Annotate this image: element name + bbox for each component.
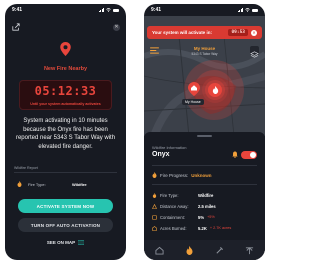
fire-name: Onyx: [152, 151, 170, 158]
activation-banner: Your system will activate in: 09:53 ✕: [147, 26, 262, 39]
stat-delta: +5%: [207, 215, 215, 219]
map-screen: 9:41 Your system will activate in: 09:53…: [144, 4, 265, 260]
house-map-label: My House: [182, 99, 204, 105]
house-header: My House 5343 S Tabor Way: [144, 46, 265, 56]
acres-icon: [152, 225, 157, 231]
report-row-value: Wildfire: [72, 181, 87, 187]
countdown-timer: 05:12:33: [34, 84, 97, 98]
close-icon[interactable]: ✕: [113, 24, 120, 31]
banner-message: Your system will activate in:: [152, 30, 212, 35]
activate-system-now-button[interactable]: ACTIVATE SYSTEM NOW: [18, 199, 113, 213]
tab-tools-icon[interactable]: [215, 246, 224, 255]
containment-icon: [152, 214, 157, 220]
bell-icon: [232, 151, 238, 158]
map-icon: [78, 240, 85, 245]
stat-value: 5%: [198, 214, 205, 220]
wildfire-section-label: Wildfire Information: [152, 145, 187, 150]
battery-icon: [252, 8, 258, 12]
stat-value: 5.2K: [198, 225, 207, 231]
flame-icon: [152, 192, 157, 198]
status-time: 9:41: [12, 7, 23, 13]
status-bar: 9:41: [5, 4, 126, 16]
wildfire-info-sheet: Wildfire Information Onyx Fire Progress:…: [144, 132, 265, 260]
alert-title: New Fire Nearby: [43, 66, 88, 72]
wifi-icon: [245, 8, 250, 12]
report-divider: [14, 172, 117, 173]
home-marker-icon[interactable]: [188, 82, 200, 96]
stat-row-acres: Acres Burned: 5.2K + 2.7K acres: [152, 224, 257, 232]
fire-alerts-toggle[interactable]: [241, 151, 257, 159]
stat-row-containment: Containment: 5% +5%: [152, 213, 257, 221]
sheet-drag-handle[interactable]: [197, 135, 212, 137]
stat-value: 2.5 miles: [198, 203, 216, 209]
wifi-icon: [106, 8, 111, 12]
flame-icon: [152, 172, 157, 178]
tab-sprinkler-icon[interactable]: [245, 246, 254, 255]
stat-label: Fire Type:: [160, 192, 179, 198]
stat-row-fire-type: Fire Type: Wildfire: [152, 191, 257, 199]
stat-label: Containment:: [160, 214, 185, 220]
report-row-label: Fire Type:: [28, 181, 46, 187]
stat-row-distance: Distance Away: 2.5 miles: [152, 202, 257, 210]
stat-delta: + 2.7K acres: [209, 226, 232, 230]
stat-label: Distance Away:: [160, 203, 189, 209]
stat-value: Wildfire: [198, 192, 214, 198]
banner-timer: 09:53: [228, 29, 248, 36]
alert-screen: 9:41 ✕ New Fire Nearby 05:12:33 Until yo…: [5, 4, 126, 260]
close-icon[interactable]: ✕: [251, 29, 257, 36]
countdown-box: 05:12:33 Until your system automatically…: [19, 80, 112, 110]
flame-icon: [17, 181, 22, 187]
see-on-map-label: SEE ON MAP: [46, 240, 76, 245]
report-section-label: Wildfire Report: [14, 166, 38, 170]
fire-progress-row: Fire Progress: Unknown: [152, 172, 257, 178]
status-bar: 9:41: [144, 4, 265, 16]
tab-fire-icon[interactable]: [185, 245, 194, 255]
report-row-fire-type: Fire Type: Wildfire: [17, 180, 114, 188]
fire-marker-icon[interactable]: [208, 83, 222, 97]
signal-icon: [98, 8, 104, 12]
signal-icon: [237, 8, 243, 12]
fire-location-pin-icon: [60, 42, 71, 56]
battery-icon: [113, 8, 119, 12]
house-title: My House: [193, 46, 216, 51]
status-time: 9:41: [151, 7, 162, 13]
sheet-divider: [152, 165, 257, 166]
status-icons: [237, 8, 258, 12]
house-address: 5343 S Tabor Way: [191, 52, 218, 56]
status-icons: [98, 8, 119, 12]
tab-bar: [144, 240, 265, 260]
see-on-map-link[interactable]: SEE ON MAP: [5, 240, 126, 245]
share-icon[interactable]: [12, 23, 20, 31]
layers-icon[interactable]: [250, 46, 259, 58]
countdown-caption: Until your system automatically activate…: [30, 102, 101, 106]
fire-progress-label: Fire Progress:: [160, 172, 189, 178]
alert-message: System activating in 10 minutes because …: [15, 118, 116, 150]
fire-progress-value: Unknown: [191, 172, 212, 178]
turn-off-auto-activation-button[interactable]: TURN OFF AUTO ACTIVATION: [18, 218, 113, 232]
tab-home-icon[interactable]: [155, 246, 164, 255]
distance-icon: [152, 203, 157, 209]
sheet-divider: [152, 184, 257, 185]
stat-label: Acres Burned:: [160, 225, 187, 231]
